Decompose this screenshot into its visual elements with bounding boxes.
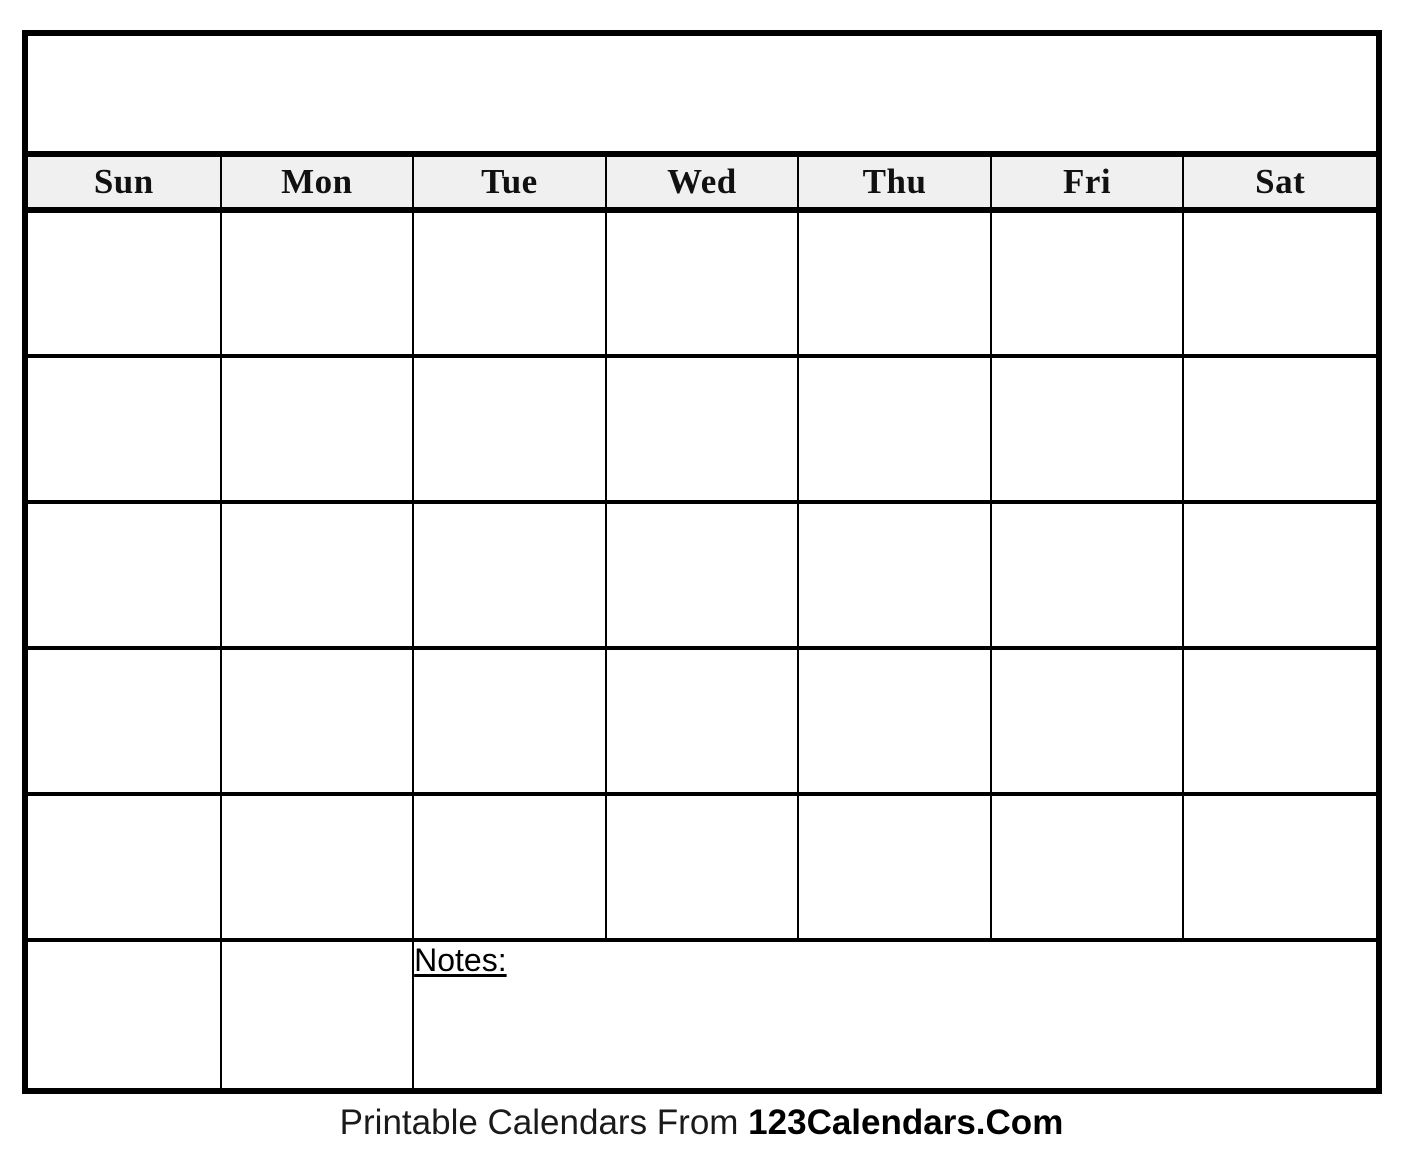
day-cell[interactable] [28, 502, 222, 650]
weekday-label: Mon [281, 162, 353, 201]
day-cell[interactable] [990, 794, 1185, 942]
calendar-frame: Sun Mon Tue Wed Thu Fri Sat Notes: [22, 30, 1382, 1094]
calendar-page: Sun Mon Tue Wed Thu Fri Sat Notes: Print… [0, 0, 1403, 1153]
weekday-label: Fri [1063, 162, 1112, 201]
day-cell[interactable] [220, 502, 415, 650]
day-cell[interactable] [798, 356, 992, 504]
calendar-week-row [28, 210, 1376, 358]
footer-attribution: Printable Calendars From 123Calendars.Co… [0, 1098, 1403, 1148]
day-cell[interactable] [220, 794, 415, 942]
weekday-header-sat: Sat [1183, 154, 1376, 213]
day-cell[interactable] [1183, 502, 1376, 650]
calendar-table: Sun Mon Tue Wed Thu Fri Sat Notes: [28, 36, 1376, 1088]
day-cell[interactable] [220, 648, 415, 796]
day-cell[interactable] [1183, 356, 1376, 504]
weekday-header-fri: Fri [990, 154, 1185, 213]
weekday-header-sun: Sun [28, 154, 222, 213]
weekday-header-mon: Mon [220, 154, 415, 213]
day-cell[interactable] [28, 356, 222, 504]
day-cell[interactable] [1183, 648, 1376, 796]
day-cell[interactable] [605, 502, 800, 650]
day-cell[interactable] [413, 794, 607, 942]
day-cell[interactable] [798, 648, 992, 796]
calendar-week-row [28, 356, 1376, 504]
day-cell[interactable] [220, 356, 415, 504]
day-cell[interactable] [1183, 794, 1376, 942]
month-year-field[interactable] [28, 36, 1376, 157]
day-cell[interactable] [413, 502, 607, 650]
notes-label: Notes: [414, 942, 507, 978]
day-cell[interactable] [28, 648, 222, 796]
calendar-week-row [28, 648, 1376, 796]
calendar-week-row [28, 794, 1376, 942]
day-cell[interactable] [605, 794, 800, 942]
weekday-header-wed: Wed [605, 154, 800, 213]
notes-area[interactable]: Notes: [413, 940, 1376, 1088]
day-cell[interactable] [990, 356, 1185, 504]
day-cell[interactable] [1183, 210, 1376, 358]
weekday-header-tue: Tue [413, 154, 607, 213]
calendar-week-row [28, 502, 1376, 650]
day-cell[interactable] [990, 502, 1185, 650]
weekday-label: Thu [862, 162, 927, 201]
weekday-label: Wed [667, 162, 737, 201]
day-cell[interactable] [413, 210, 607, 358]
day-cell[interactable] [605, 210, 800, 358]
day-cell[interactable] [990, 210, 1185, 358]
footer-brand-text: 123Calendars.Com [748, 1103, 1064, 1142]
day-cell[interactable] [413, 648, 607, 796]
day-cell[interactable] [798, 502, 992, 650]
day-cell[interactable] [605, 648, 800, 796]
day-cell[interactable] [28, 940, 222, 1088]
day-cell[interactable] [28, 210, 222, 358]
weekday-label: Tue [481, 162, 538, 201]
calendar-title-row [28, 36, 1376, 157]
weekday-header-thu: Thu [798, 154, 992, 213]
month-year-text [28, 36, 1376, 37]
weekday-header-row: Sun Mon Tue Wed Thu Fri Sat [28, 154, 1376, 213]
weekday-label: Sat [1255, 162, 1306, 201]
day-cell[interactable] [990, 648, 1185, 796]
day-cell[interactable] [798, 794, 992, 942]
day-cell[interactable] [220, 210, 415, 358]
day-cell[interactable] [605, 356, 800, 504]
weekday-label: Sun [93, 162, 154, 201]
day-cell[interactable] [28, 794, 222, 942]
footer-prefix-text: Printable Calendars From [339, 1103, 749, 1142]
day-cell[interactable] [798, 210, 992, 358]
calendar-last-row: Notes: [28, 940, 1376, 1088]
day-cell[interactable] [413, 356, 607, 504]
day-cell[interactable] [220, 940, 415, 1088]
